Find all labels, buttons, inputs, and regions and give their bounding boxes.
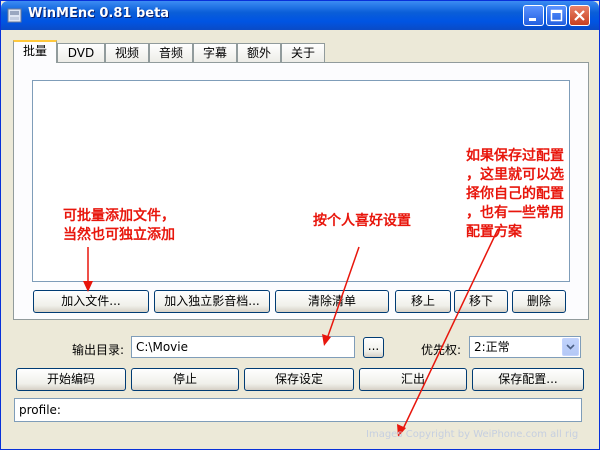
arrowhead-output-dir [322, 334, 331, 346]
watermark-text: Images Copyright by WeiPhone.com all rig [366, 429, 579, 440]
tab-batch[interactable]: 批量 [13, 40, 57, 63]
app-window: WinMEnc 0.81 beta 批量 DVD 视频 音频 字幕 额外 关于 … [0, 0, 600, 450]
arrow-to-profile [402, 228, 499, 430]
arrow-to-output-dir [326, 246, 360, 340]
arrowhead-add-files [83, 281, 93, 292]
annotation-arrows [83, 228, 499, 437]
